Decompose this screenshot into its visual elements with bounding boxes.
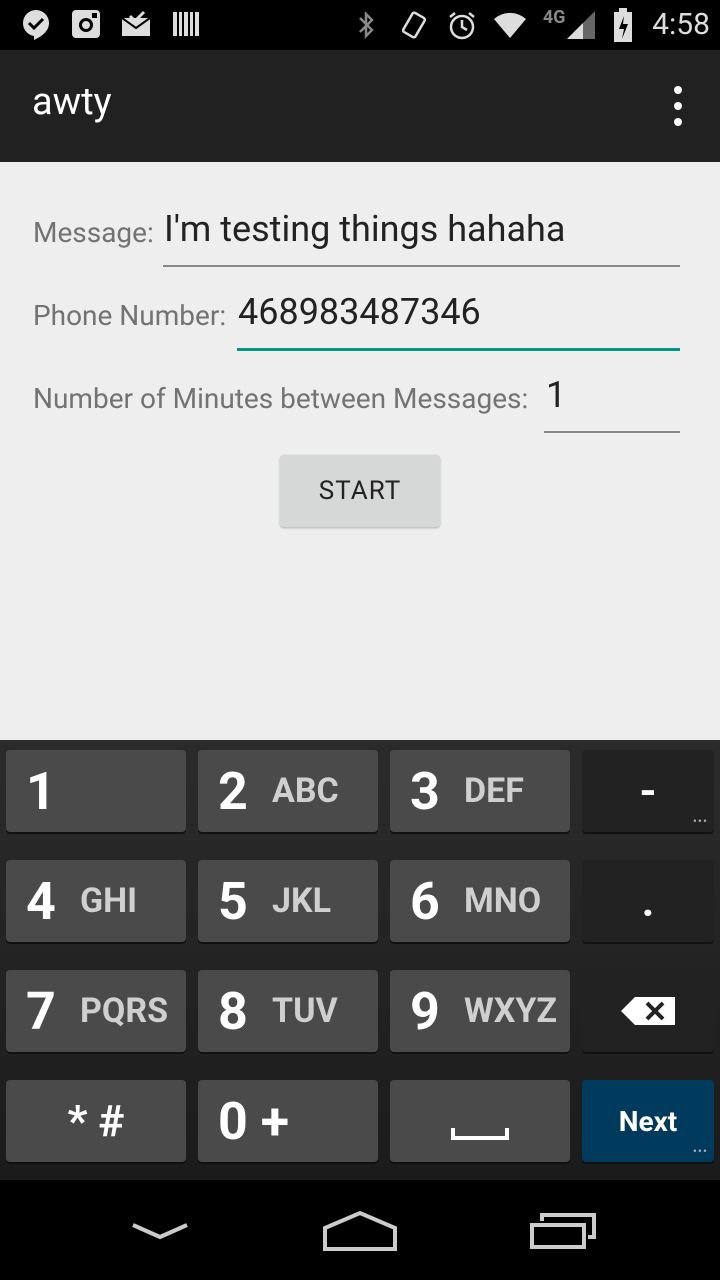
space-key[interactable] — [390, 1080, 570, 1162]
alarm-icon — [444, 7, 480, 43]
vibrate-icon — [396, 7, 432, 43]
key-4[interactable]: 4 GHI — [6, 860, 186, 942]
key-letters: MNO — [464, 881, 542, 921]
app-title: awty — [32, 80, 112, 124]
network-type-label: 4G — [542, 6, 566, 28]
next-key[interactable]: Next ••• — [582, 1080, 714, 1162]
minutes-input[interactable]: 1 — [546, 374, 566, 416]
space-icon — [451, 1128, 509, 1140]
instagram-icon — [68, 6, 104, 42]
key-number: 4 — [26, 870, 56, 932]
status-bar: 4G 4:58 — [0, 0, 720, 50]
message-label: Message: — [33, 216, 154, 249]
key-number: 5 — [218, 870, 248, 932]
key-8[interactable]: 8 TUV — [198, 970, 378, 1052]
start-button[interactable]: START — [280, 455, 440, 527]
key-number: 1 — [26, 760, 56, 822]
key-1[interactable]: 1 — [6, 750, 186, 832]
key-3[interactable]: 3 DEF — [390, 750, 570, 832]
key-7[interactable]: 7 PQRS — [6, 970, 186, 1052]
back-button[interactable] — [120, 1206, 200, 1256]
key-symbol: * # — [67, 1095, 125, 1147]
key-number: 6 — [410, 870, 440, 932]
key-letters: GHI — [80, 881, 138, 921]
numeric-keyboard: 1 2 ABC 3 DEF - ••• 4 GHI 5 JKL 6 MNO . … — [0, 740, 720, 1180]
phone-input-underline — [237, 348, 680, 351]
key-dash[interactable]: - ••• — [582, 750, 714, 832]
status-time: 4:58 — [652, 7, 710, 42]
phone-label: Phone Number: — [33, 299, 227, 332]
key-symbol: . — [641, 875, 655, 927]
key-number: 0 + — [218, 1090, 290, 1152]
bluetooth-icon — [348, 7, 384, 43]
barcode-icon — [168, 6, 204, 42]
key-number: 8 — [218, 980, 248, 1042]
home-icon — [323, 1210, 397, 1251]
backspace-key[interactable] — [582, 970, 714, 1052]
minutes-input-underline — [544, 431, 680, 433]
main-content: Message: I'm testing things hahaha Phone… — [0, 162, 720, 740]
key-0-plus[interactable]: 0 + — [198, 1080, 378, 1162]
key-letters: ABC — [272, 771, 339, 811]
key-5[interactable]: 5 JKL — [198, 860, 378, 942]
key-letters: PQRS — [80, 991, 169, 1031]
key-9[interactable]: 9 WXYZ — [390, 970, 570, 1052]
signal-icon: 4G — [540, 7, 600, 43]
backspace-icon — [621, 997, 675, 1025]
hangouts-icon — [18, 6, 54, 42]
next-key-label: Next — [618, 1104, 678, 1138]
key-number: 3 — [410, 760, 440, 822]
overflow-menu-icon[interactable] — [666, 86, 690, 126]
back-icon — [132, 1223, 188, 1240]
battery-icon — [612, 7, 634, 43]
key-symbol: - — [639, 765, 657, 817]
mail-icon — [118, 6, 154, 42]
key-number: 9 — [410, 980, 440, 1042]
more-keys-indicator: ••• — [692, 1144, 708, 1158]
key-6[interactable]: 6 MNO — [390, 860, 570, 942]
key-letters: JKL — [272, 881, 332, 921]
recent-apps-icon — [530, 1213, 596, 1249]
navigation-bar — [0, 1180, 720, 1280]
more-keys-indicator: ••• — [692, 814, 708, 828]
key-number: 2 — [218, 760, 248, 822]
recent-apps-button[interactable] — [522, 1206, 602, 1256]
message-input[interactable]: I'm testing things hahaha — [164, 208, 565, 250]
key-letters: DEF — [464, 771, 524, 811]
minutes-label: Number of Minutes between Messages: — [33, 382, 529, 415]
wifi-icon — [492, 7, 528, 43]
key-number: 7 — [26, 980, 56, 1042]
phone-input[interactable]: 468983487346 — [238, 291, 481, 333]
action-bar: awty — [0, 50, 720, 162]
message-input-underline — [163, 265, 680, 267]
home-button[interactable] — [320, 1206, 400, 1256]
key-letters: WXYZ — [464, 991, 558, 1031]
key-2[interactable]: 2 ABC — [198, 750, 378, 832]
key-letters: TUV — [272, 991, 338, 1031]
key-period[interactable]: . — [582, 860, 714, 942]
key-star-hash[interactable]: * # — [6, 1080, 186, 1162]
